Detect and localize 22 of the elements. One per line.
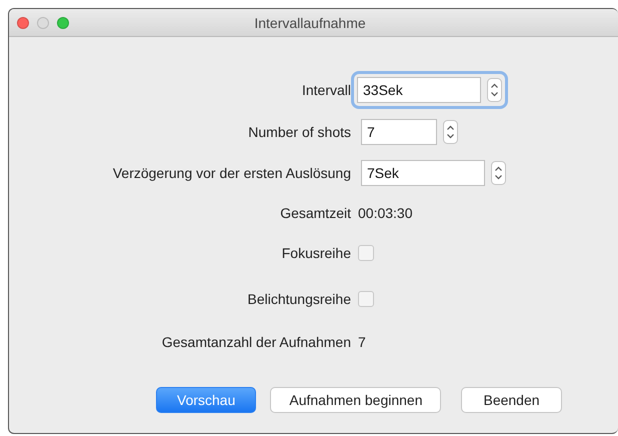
field-label: Intervall [300,82,351,98]
close-button[interactable] [17,16,29,28]
checkbox[interactable] [358,291,374,307]
stepper-control[interactable] [443,120,458,144]
input-field[interactable]: 7 [361,119,437,145]
input-field[interactable]: 7Sek [361,160,485,186]
field-label: Gesamtzeit [279,205,351,221]
field-label: Fokusreihe [280,245,351,261]
window-title: Intervallaufnahme [254,14,366,30]
field-label: Gesamtanzahl der Aufnahmen [160,334,351,350]
zoom-button[interactable] [57,16,69,28]
push-button[interactable]: Aufnahmen beginnen [270,387,442,413]
input-field[interactable]: 33Sek [357,77,481,103]
value-text: 00:03:30 [358,205,412,221]
stepper-control[interactable] [491,161,506,185]
stepper-control[interactable] [487,78,502,102]
field-label: Belichtungsreihe [246,291,351,307]
push-button[interactable]: Beenden [461,387,562,413]
field-label: Verzögerung vor der ersten Auslösung [112,165,351,181]
field-label: Number of shots [247,124,351,140]
checkbox[interactable] [358,245,374,261]
value-text: 7 [358,334,366,350]
